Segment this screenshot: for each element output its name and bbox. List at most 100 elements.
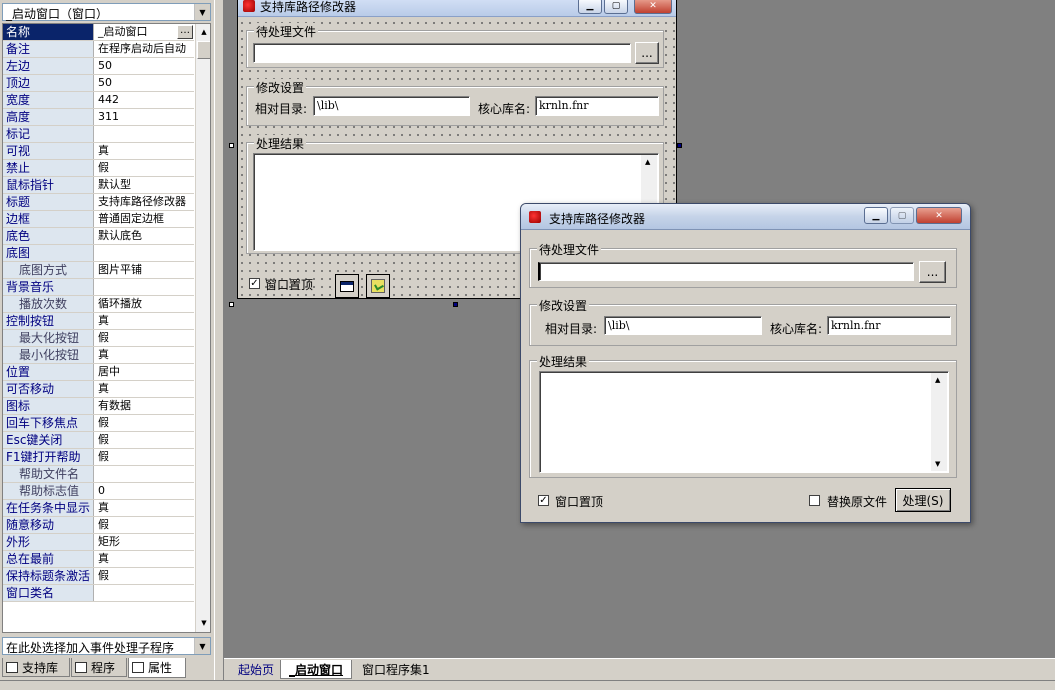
design-form-titlebar[interactable]: 支持库路径修改器 ▁ ▢ ✕ [238,0,676,17]
property-value[interactable]: 真 [95,500,194,516]
process-button[interactable]: 处理(S) [895,488,951,512]
property-row[interactable]: 背景音乐 [3,279,194,296]
scroll-thumb[interactable] [197,41,210,59]
program-component-icon[interactable] [366,274,390,298]
preview-result-scrollbar[interactable]: ▲ ▼ [931,373,947,471]
preview-window[interactable]: 支持库路径修改器 ▁ ▢ ✕ 待处理文件 ... 修改设置 相对目录: \lib… [520,203,971,523]
property-row[interactable]: 总在最前真 [3,551,194,568]
property-row[interactable]: 可否移动真 [3,381,194,398]
chevron-down-icon[interactable]: ▼ [194,638,210,654]
property-value[interactable]: 0 [95,483,194,499]
maximize-icon[interactable]: ▢ [604,0,628,14]
preview-file-input[interactable] [538,262,914,281]
browse-button[interactable]: ... [635,42,659,64]
property-value[interactable]: 有数据 [95,398,194,414]
property-value[interactable] [95,245,194,261]
property-value[interactable]: 311 [95,109,194,125]
property-value[interactable]: 假 [95,449,194,465]
property-value[interactable] [95,279,194,295]
preview-topmost-checkbox[interactable]: ✓ [538,495,549,506]
property-value[interactable]: 假 [95,415,194,431]
ellipsis-icon[interactable]: … [177,25,193,39]
preview-titlebar[interactable]: 支持库路径修改器 ▁ ▢ ✕ [521,204,970,230]
core-lib-input[interactable]: krnln.fnr [535,96,659,116]
property-value[interactable]: 假 [95,568,194,584]
property-value[interactable]: 假 [95,160,194,176]
preview-core-lib-input[interactable]: krnln.fnr [827,316,951,335]
property-row[interactable]: 图标 有数据 [3,398,194,415]
tab-window-assembly[interactable]: 窗口程序集1 [354,660,438,679]
preview-replace-checkbox[interactable] [809,495,820,506]
resize-handle[interactable] [677,143,682,148]
property-value[interactable]: 真 [95,381,194,397]
preview-browse-button[interactable]: ... [919,261,946,283]
property-row[interactable]: 顶边 50 [3,75,194,92]
property-value[interactable] [95,126,194,142]
property-value[interactable]: 矩形 [95,534,194,550]
property-row[interactable]: 底图方式 图片平铺 [3,262,194,279]
resize-handle[interactable] [229,302,234,307]
property-value[interactable]: 在程序启动后自动 [95,41,194,57]
scroll-down-icon[interactable]: ▼ [196,615,210,631]
property-row[interactable]: 播放次数 循环播放 [3,296,194,313]
property-row[interactable]: 最小化按钮真 [3,347,194,364]
object-selector[interactable]: _启动窗口（窗口） ▼ [2,3,211,21]
tab-properties[interactable]: 属性 [128,658,186,678]
design-topmost-checkbox[interactable]: ✓ [249,278,260,289]
property-value[interactable] [95,466,194,482]
rel-dir-input[interactable]: \lib\ [313,96,470,116]
property-row[interactable]: 左边 50 [3,58,194,75]
property-value[interactable]: 假 [95,517,194,533]
property-row[interactable]: 外形 矩形 [3,534,194,551]
property-value[interactable]: 居中 [95,364,194,380]
property-value[interactable]: 循环播放 [95,296,194,312]
property-row[interactable]: 高度 311 [3,109,194,126]
property-value[interactable]: 真 [95,143,194,159]
property-row[interactable]: F1键打开帮助假 [3,449,194,466]
property-value[interactable]: 假 [95,432,194,448]
property-value[interactable]: 图片平铺 [95,262,194,278]
tab-start-page[interactable]: 起始页 [230,660,282,679]
event-selector[interactable]: 在此处选择加入事件处理子程序 ▼ [2,637,211,655]
property-row[interactable]: 底图 [3,245,194,262]
property-row[interactable]: 标题 支持库路径修改器 [3,194,194,211]
file-input[interactable] [253,43,631,63]
property-row[interactable]: 标记 [3,126,194,143]
tab-startup-window[interactable]: _启动窗口 [280,660,353,679]
property-value[interactable]: 默认底色 [95,228,194,244]
property-row[interactable]: 鼠标指针 默认型 [3,177,194,194]
property-row[interactable]: 可视真 [3,143,194,160]
property-row[interactable]: 窗口类名 [3,585,194,602]
window-component-icon[interactable] [335,274,359,298]
resize-handle[interactable] [229,143,234,148]
property-row[interactable]: 最大化按钮假 [3,330,194,347]
property-scrollbar[interactable]: ▲ ▼ [195,24,210,632]
property-row[interactable]: 底色 默认底色 [3,228,194,245]
property-row[interactable]: 回车下移焦点假 [3,415,194,432]
property-row[interactable]: 在任务条中显示真 [3,500,194,517]
property-row[interactable]: 帮助标志值 0 [3,483,194,500]
preview-rel-dir-input[interactable]: \lib\ [604,316,762,335]
scroll-up-icon[interactable]: ▲ [196,24,210,40]
minimize-icon[interactable]: ▁ [864,207,888,224]
property-row[interactable]: 帮助文件名 [3,466,194,483]
property-value[interactable]: 默认型 [95,177,194,193]
property-row[interactable]: 随意移动假 [3,517,194,534]
property-row[interactable]: 位置 居中 [3,364,194,381]
property-value[interactable]: 50 [95,58,194,74]
property-row[interactable]: 宽度 442 [3,92,194,109]
property-value[interactable]: 支持库路径修改器 [95,194,194,210]
tab-program[interactable]: 程序 [71,658,127,677]
property-row[interactable]: 控制按钮真 [3,313,194,330]
property-value[interactable]: 真 [95,551,194,567]
close-icon[interactable]: ✕ [916,207,962,224]
property-row[interactable]: 保持标题条激活假 [3,568,194,585]
panel-splitter[interactable] [214,0,224,690]
property-value[interactable]: 普通固定边框 [95,211,194,227]
property-value[interactable]: 真 [95,347,194,363]
property-value[interactable] [95,585,194,601]
property-value[interactable]: 假 [95,330,194,346]
property-row[interactable]: Esc键关闭假 [3,432,194,449]
property-row[interactable]: 名称 _启动窗口… [3,24,194,41]
minimize-icon[interactable]: ▁ [578,0,602,14]
